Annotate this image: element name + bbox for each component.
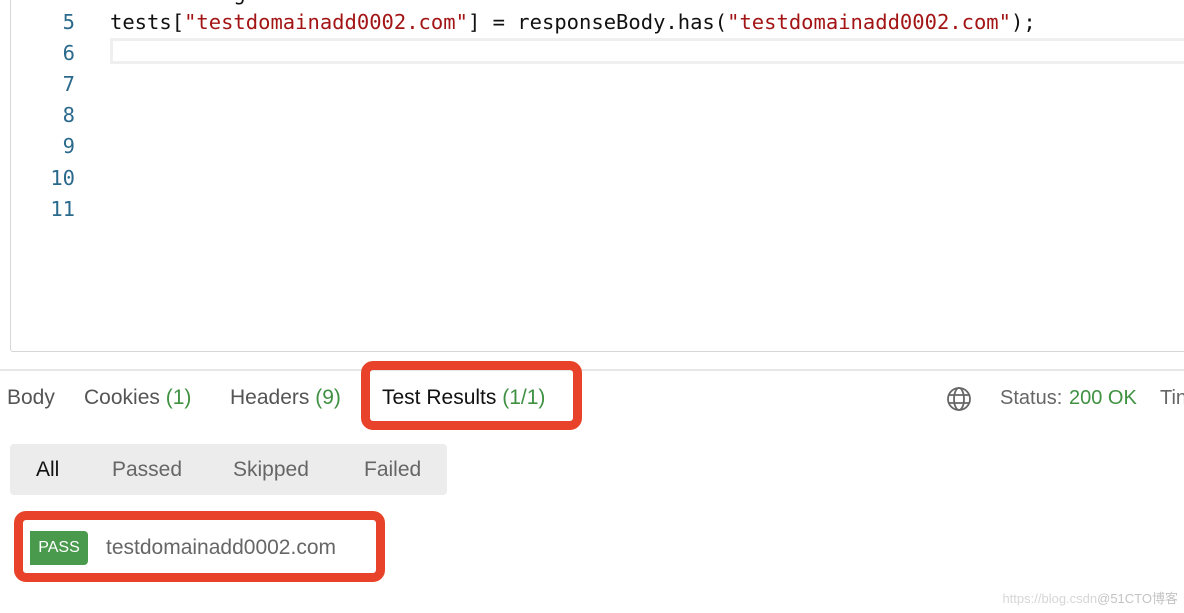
tab-label: Cookies — [84, 386, 160, 409]
time-label: Tin — [1160, 387, 1184, 409]
tab-headers[interactable]: Headers (9) — [230, 380, 341, 416]
annotation-highlight-box — [361, 361, 582, 430]
line-number: 6 — [62, 41, 75, 65]
code-line-5: 5 tests["testdomainadd0002.com"] = respo… — [11, 7, 1184, 38]
tab-label: Headers — [230, 386, 310, 409]
tab-count: (1) — [165, 386, 192, 409]
code-token: ); — [1011, 10, 1036, 34]
status-label: Status: — [1000, 387, 1063, 409]
code-line-6: 6 — [11, 38, 1184, 69]
code-token: tests[ — [110, 10, 185, 34]
watermark-url: https://blog.csdn — [1002, 591, 1098, 606]
globe-icon[interactable] — [945, 385, 973, 413]
code-line-8: 8 — [11, 100, 1184, 131]
code-line-9: 9 — [11, 131, 1184, 162]
filter-skipped[interactable]: Skipped — [233, 444, 309, 495]
tab-label: Body — [7, 386, 55, 409]
code-line-7: 7 — [11, 69, 1184, 100]
line-number: 9 — [62, 134, 75, 158]
code-text: tests["testdomainadd0002.com"] = respons… — [110, 7, 1036, 38]
code-line-10: 10 — [11, 163, 1184, 194]
test-result-row: PASS testdomainadd0002.com — [30, 531, 370, 565]
line-number: 8 — [62, 103, 75, 127]
tab-cookies[interactable]: Cookies (1) — [84, 380, 191, 416]
filter-passed[interactable]: Passed — [112, 444, 182, 495]
tab-count: (9) — [315, 386, 341, 409]
filter-failed[interactable]: Failed — [364, 444, 421, 495]
test-script-editor[interactable]: 4 g 5 tests["testdomainadd0002.com"] = r… — [10, 0, 1184, 352]
line-number: 5 — [62, 10, 75, 34]
code-token: ] = responseBody.has( — [467, 10, 728, 34]
tab-body[interactable]: Body — [7, 380, 55, 416]
panel-divider — [0, 369, 1184, 371]
pass-badge: PASS — [30, 531, 88, 565]
code-line-11: 11 — [11, 194, 1184, 225]
status-value[interactable]: 200 OK — [1069, 380, 1137, 416]
line-number: 11 — [50, 197, 75, 221]
code-string: "testdomainadd0002.com" — [184, 10, 468, 34]
test-name: testdomainadd0002.com — [106, 536, 336, 559]
watermark: https://blog.csdn@51CTO博客 — [1002, 588, 1178, 607]
filter-all[interactable]: All — [36, 444, 59, 495]
line-number: 7 — [62, 72, 75, 96]
line-number: 10 — [50, 166, 75, 190]
code-string: "testdomainadd0002.com" — [727, 10, 1011, 34]
watermark-brand: @51CTO博客 — [1097, 591, 1178, 606]
test-results-filter: All Passed Skipped Failed — [10, 444, 447, 495]
